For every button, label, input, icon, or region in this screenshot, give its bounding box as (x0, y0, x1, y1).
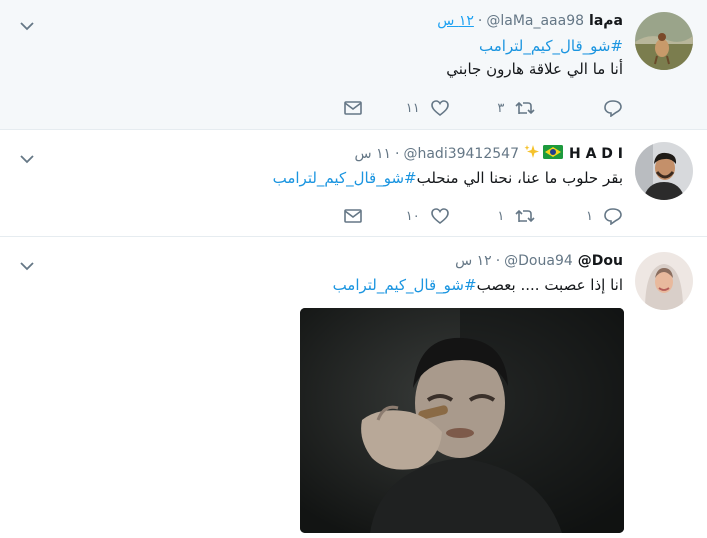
tweet-body: بقر حلوب ما عنا، نحنا الي منحلب (416, 169, 623, 187)
like-button[interactable]: ١٠ (400, 207, 450, 225)
like-icon (430, 207, 450, 225)
avatar[interactable] (635, 142, 693, 200)
direct-message-button[interactable] (313, 100, 363, 116)
like-count: ١١ (405, 100, 420, 116)
reply-button[interactable] (573, 99, 623, 117)
tweet-1[interactable]: aمla @laMa_aaa98 · ١٢ س #شو_قال_كيم_لترا… (0, 0, 707, 130)
like-count: ١٠ (405, 208, 420, 224)
separator-dot: · (477, 13, 483, 29)
retweet-count: ٣ (497, 100, 505, 116)
chevron-down-icon[interactable] (20, 256, 34, 271)
tweet-text: أنا ما الي علاقة هارون جابني (446, 60, 623, 78)
retweet-icon (514, 99, 536, 117)
like-icon (430, 99, 450, 117)
name-emoji (524, 144, 563, 164)
retweet-icon (514, 207, 536, 225)
hashtag-link[interactable]: #شو_قال_كيم_لترامب (479, 37, 623, 55)
sparkles-icon (524, 144, 540, 164)
chevron-down-icon[interactable] (20, 149, 34, 164)
direct-message-button[interactable] (313, 208, 363, 224)
username[interactable]: @hadi39412547 (403, 146, 519, 162)
tweet-header: H A D I @hadi39412547 · ١١ س (354, 144, 623, 164)
tweet-header: aمla @laMa_aaa98 · ١٢ س (437, 11, 623, 31)
username[interactable]: @Doua94 (504, 253, 573, 269)
reply-button[interactable]: ١ (573, 207, 623, 225)
username[interactable]: @laMa_aaa98 (486, 13, 584, 29)
tweet-media-image[interactable] (300, 308, 624, 533)
avatar[interactable] (635, 252, 693, 310)
like-button[interactable]: ١١ (400, 99, 450, 117)
reply-icon (603, 99, 623, 117)
retweet-button[interactable]: ١ (486, 207, 536, 225)
message-icon (343, 100, 363, 116)
tweet-actions: ١ ١ ١٠ (313, 204, 623, 228)
retweet-count: ١ (497, 208, 505, 224)
tweet-text: بقر حلوب ما عنا، نحنا الي منحلب#شو_قال_ك… (273, 168, 623, 189)
display-name[interactable]: Dou@ (578, 253, 623, 269)
hashtag-link[interactable]: #شو_قال_كيم_لترامب (333, 276, 477, 294)
tweet-header: Dou@ @Doua94 · ١٢ س (455, 251, 623, 271)
tweet-hashtag-line: #شو_قال_كيم_لترامب (479, 36, 623, 57)
reply-count: ١ (586, 208, 593, 224)
timestamp[interactable]: ١٢ س (455, 253, 492, 269)
timestamp[interactable]: ١١ س (354, 146, 391, 162)
tweet-body: انا إذا عصبت .... بعصب (476, 276, 623, 294)
hashtag-link[interactable]: #شو_قال_كيم_لترامب (273, 169, 417, 187)
tweet-actions: ٣ ١١ (313, 96, 623, 120)
retweet-button[interactable]: ٣ (486, 99, 536, 117)
display-name[interactable]: H A D I (569, 146, 623, 162)
tweet-text: انا إذا عصبت .... بعصب#شو_قال_كيم_لترامب (333, 275, 623, 296)
avatar[interactable] (635, 12, 693, 70)
chevron-down-icon[interactable] (20, 16, 34, 31)
display-name[interactable]: aمla (589, 13, 623, 29)
tweet-2[interactable]: H A D I @hadi39412547 · ١١ س بقر حلوب ما… (0, 130, 707, 237)
separator-dot: · (395, 146, 400, 162)
message-icon (343, 208, 363, 224)
brazil-flag-icon (542, 145, 563, 163)
tweet-3[interactable]: Dou@ @Doua94 · ١٢ س انا إذا عصبت .... بع… (0, 237, 707, 538)
separator-dot: · (495, 253, 501, 269)
timestamp[interactable]: ١٢ س (437, 13, 474, 29)
reply-icon (603, 207, 623, 225)
